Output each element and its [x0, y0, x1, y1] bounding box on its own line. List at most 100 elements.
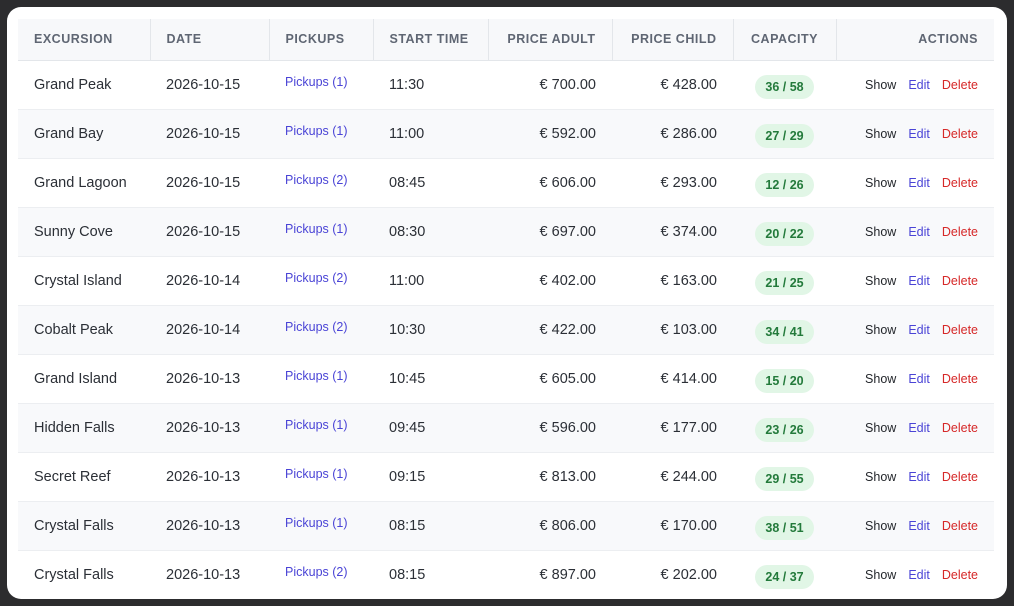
cell-pickups: Pickups (1) [269, 60, 373, 109]
header-price-child[interactable]: Price Child [612, 19, 734, 61]
table-row: Grand Peak 2026-10-15 Pickups (1) 11:30 € 70… [18, 60, 994, 109]
cell-price-adult: € 596.00 [539, 419, 596, 436]
table-row: Grand Lagoon 2026-10-15 Pickups (2) 08:45 € … [18, 158, 994, 207]
delete-button[interactable]: Delete [942, 127, 978, 141]
header-excursion[interactable]: Excursion [18, 19, 151, 61]
cell-actions: Show Edit Delete [836, 305, 994, 354]
cell-price-adult: € 606.00 [539, 174, 596, 191]
delete-button[interactable]: Delete [942, 274, 978, 288]
edit-button[interactable]: Edit [908, 127, 930, 141]
cell-start-time: 08:45 [389, 174, 426, 191]
pickups-link[interactable]: Pickups (1) [285, 369, 348, 383]
cell-date: 2026-10-15 [166, 125, 241, 142]
delete-button[interactable]: Delete [942, 78, 978, 92]
capacity-badge: 15 / 20 [755, 368, 814, 393]
cell-date: 2026-10-13 [166, 419, 241, 436]
table-row: Crystal Falls 2026-10-13 Pickups (2) 08:15 €… [18, 550, 994, 599]
capacity-badge: 34 / 41 [755, 319, 814, 344]
delete-button[interactable]: Delete [942, 323, 978, 337]
delete-button[interactable]: Delete [942, 372, 978, 386]
header-date[interactable]: Date [150, 19, 270, 61]
cell-excursion: Grand Peak [34, 76, 112, 93]
delete-button[interactable]: Delete [942, 519, 978, 533]
cell-excursion: Hidden Falls [34, 419, 115, 436]
show-button[interactable]: Show [865, 176, 896, 190]
cell-start-time: 11:00 [389, 125, 425, 142]
show-button[interactable]: Show [865, 274, 896, 288]
edit-button[interactable]: Edit [908, 78, 930, 92]
pickups-link[interactable]: Pickups (1) [285, 516, 348, 530]
cell-price-adult: € 402.00 [539, 272, 596, 289]
cell-price-child: € 170.00 [660, 517, 717, 534]
cell-capacity: 20 / 22 [733, 207, 836, 256]
cell-price-child: € 177.00 [660, 419, 717, 436]
cell-pickups: Pickups (1) [269, 403, 373, 452]
pickups-link[interactable]: Pickups (1) [285, 222, 348, 236]
cell-price-child: € 428.00 [660, 76, 717, 93]
edit-button[interactable]: Edit [908, 176, 930, 190]
cell-pickups: Pickups (1) [269, 501, 373, 550]
cell-actions: Show Edit Delete [836, 501, 994, 550]
cell-price-child: € 163.00 [660, 272, 717, 289]
cell-price-adult: € 697.00 [539, 223, 596, 240]
edit-button[interactable]: Edit [908, 421, 930, 435]
cell-excursion: Crystal Falls [34, 517, 114, 534]
edit-button[interactable]: Edit [908, 372, 930, 386]
delete-button[interactable]: Delete [942, 421, 978, 435]
header-price-adult[interactable]: Price Adult [488, 19, 613, 61]
show-button[interactable]: Show [865, 372, 896, 386]
show-button[interactable]: Show [865, 519, 896, 533]
cell-price-adult: € 897.00 [539, 566, 596, 583]
delete-button[interactable]: Delete [942, 470, 978, 484]
cell-actions: Show Edit Delete [836, 60, 994, 109]
edit-button[interactable]: Edit [908, 225, 930, 239]
pickups-link[interactable]: Pickups (2) [285, 565, 348, 579]
edit-button[interactable]: Edit [908, 568, 930, 582]
table-row: Cobalt Peak 2026-10-14 Pickups (2) 10:30 € 4… [18, 305, 994, 354]
pickups-link[interactable]: Pickups (1) [285, 467, 348, 481]
delete-button[interactable]: Delete [942, 568, 978, 582]
cell-price-adult: € 700.00 [539, 76, 596, 93]
show-button[interactable]: Show [865, 323, 896, 337]
header-capacity[interactable]: Capacity [733, 19, 837, 61]
show-button[interactable]: Show [865, 470, 896, 484]
pickups-link[interactable]: Pickups (2) [285, 173, 348, 187]
cell-excursion: Grand Bay [34, 125, 104, 142]
cell-price-adult: € 813.00 [539, 468, 596, 485]
cell-actions: Show Edit Delete [836, 109, 994, 158]
cell-capacity: 15 / 20 [733, 354, 836, 403]
table-row: Crystal Island 2026-10-14 Pickups (2) 11:00… [18, 256, 994, 305]
cell-start-time: 09:15 [389, 468, 426, 485]
cell-start-time: 10:45 [389, 370, 426, 387]
edit-button[interactable]: Edit [908, 274, 930, 288]
delete-button[interactable]: Delete [942, 225, 978, 239]
cell-excursion: Cobalt Peak [34, 321, 113, 338]
table-row: Sunny Cove 2026-10-15 Pickups (1) 08:30 € 69… [18, 207, 994, 256]
pickups-link[interactable]: Pickups (1) [285, 124, 348, 138]
show-button[interactable]: Show [865, 421, 896, 435]
cell-price-adult: € 605.00 [539, 370, 596, 387]
edit-button[interactable]: Edit [908, 470, 930, 484]
pickups-link[interactable]: Pickups (2) [285, 320, 348, 334]
show-button[interactable]: Show [865, 568, 896, 582]
show-button[interactable]: Show [865, 78, 896, 92]
pickups-link[interactable]: Pickups (2) [285, 271, 348, 285]
edit-button[interactable]: Edit [908, 323, 930, 337]
cell-capacity: 27 / 29 [733, 109, 836, 158]
cell-price-child: € 103.00 [660, 321, 717, 338]
cell-excursion: Secret Reef [34, 468, 111, 485]
cell-capacity: 29 / 55 [733, 452, 836, 501]
cell-start-time: 08:30 [389, 223, 426, 240]
pickups-link[interactable]: Pickups (1) [285, 418, 348, 432]
show-button[interactable]: Show [865, 225, 896, 239]
show-button[interactable]: Show [865, 127, 896, 141]
header-start-time[interactable]: Start Time [373, 19, 489, 61]
cell-capacity: 36 / 58 [733, 60, 836, 109]
cell-start-time: 08:15 [389, 566, 426, 583]
edit-button[interactable]: Edit [908, 519, 930, 533]
cell-price-adult: € 806.00 [539, 517, 596, 534]
pickups-link[interactable]: Pickups (1) [285, 75, 348, 89]
cell-capacity: 24 / 37 [733, 550, 836, 599]
header-pickups[interactable]: Pickups [269, 19, 374, 61]
delete-button[interactable]: Delete [942, 176, 978, 190]
